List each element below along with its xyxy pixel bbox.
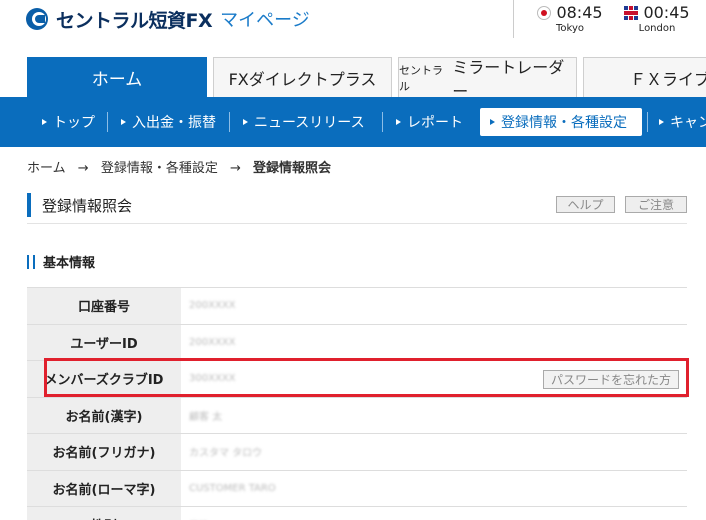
row-value-cell: 男性 — [181, 507, 687, 520]
breadcrumb: ホーム → 登録情報・各種設定 → 登録情報照会 — [27, 157, 339, 176]
brand-subtitle: マイページ — [220, 10, 310, 31]
brand-name: セントラル短資FX — [56, 9, 213, 32]
subnav-label: ニュースリリース — [254, 115, 365, 131]
table-row: 口座番号 200XXXX — [27, 288, 687, 325]
brand-mark-icon — [26, 8, 48, 30]
tab-fx-direct-plus[interactable]: FXダイレクトプラス — [213, 57, 392, 97]
basic-info-table: 口座番号 200XXXX ユーザーID 200XXXX メンバーズクラブID 3… — [27, 287, 687, 520]
triangle-right-icon — [659, 119, 664, 125]
subnav-label: キャン — [670, 115, 706, 131]
subnav-report[interactable]: レポート — [396, 108, 463, 136]
table-row: 性別 男性 — [27, 507, 687, 520]
row-value: 200XXXX — [189, 336, 236, 348]
breadcrumb-current: 登録情報照会 — [253, 161, 332, 176]
tab-home[interactable]: ホーム — [27, 57, 207, 97]
subnav-news-release[interactable]: ニュースリリース — [243, 108, 365, 136]
tab-fx-live[interactable]: ＦＸライブ — [583, 57, 706, 97]
section-bar-icon — [33, 254, 35, 269]
section-title: 基本情報 — [43, 256, 96, 271]
row-value: 顧客 太 — [189, 411, 223, 423]
clock-city: Tokyo — [556, 23, 584, 34]
brand-logo[interactable]: セントラル短資FX マイページ — [26, 6, 310, 32]
triangle-right-icon — [490, 119, 495, 125]
table-row: お名前(漢字) 顧客 太 — [27, 397, 687, 434]
help-button[interactable]: ヘルプ — [556, 196, 615, 213]
subnav-divider — [382, 112, 383, 132]
subnav-divider — [647, 112, 648, 132]
subnav-top[interactable]: トップ — [42, 108, 95, 136]
subnav-label: レポート — [407, 115, 463, 131]
clock-time: 08:45 — [556, 3, 603, 22]
section-bar-icon — [27, 254, 29, 269]
row-value-cell: 200XXXX — [181, 288, 687, 324]
row-value: 200XXXX — [189, 300, 236, 312]
breadcrumb-arrow: → — [229, 161, 241, 176]
row-label: 性別 — [27, 507, 181, 520]
row-label: 口座番号 — [27, 288, 181, 324]
tab-label: ＦＸライブ — [630, 69, 706, 89]
sub-navigation: トップ 入出金・振替 ニュースリリース レポート 登録情報・各種設定 キャン — [0, 97, 706, 147]
subnav-label: 登録情報・各種設定 — [501, 115, 627, 131]
page: セントラル短資FX マイページ 08:45 Tokyo 00:45 London… — [0, 0, 706, 520]
row-value: カスタマ タロウ — [189, 448, 263, 460]
japan-flag-icon — [537, 5, 552, 20]
subnav-divider — [229, 112, 230, 132]
subnav-label: トップ — [53, 115, 95, 131]
clock-time: 00:45 — [643, 3, 690, 22]
triangle-right-icon — [42, 119, 47, 125]
table-row: お名前(ローマ字) CUSTOMER TARO — [27, 470, 687, 507]
subnav-deposit-transfer[interactable]: 入出金・振替 — [121, 108, 216, 136]
uk-flag-icon — [624, 5, 639, 20]
row-value: CUSTOMER TARO — [189, 482, 276, 494]
header-divider — [513, 0, 514, 38]
triangle-right-icon — [396, 119, 401, 125]
table-row: お名前(フリガナ) カスタマ タロウ — [27, 434, 687, 471]
subnav-registration-settings[interactable]: 登録情報・各種設定 — [480, 108, 642, 136]
tab-label: ミラートレーダー — [452, 57, 565, 101]
subnav-divider — [107, 112, 108, 132]
row-value-cell: 200XXXX — [181, 325, 687, 361]
breadcrumb-arrow: → — [77, 161, 89, 176]
tab-label-prefix: セントラル — [399, 63, 443, 93]
row-value-cell: CUSTOMER TARO — [181, 471, 687, 507]
tab-label: ホーム — [91, 70, 143, 90]
row-label: お名前(ローマ字) — [27, 470, 181, 506]
row-value-cell: 顧客 太 — [181, 398, 687, 434]
row-label: お名前(漢字) — [27, 397, 181, 433]
row-label: ユーザーID — [27, 324, 181, 360]
title-divider — [27, 223, 687, 224]
breadcrumb-parent[interactable]: 登録情報・各種設定 — [101, 161, 218, 176]
tab-label: FXダイレクトプラス — [228, 69, 377, 89]
breadcrumb-home[interactable]: ホーム — [27, 161, 66, 176]
section-heading: 基本情報 — [27, 252, 95, 271]
row-label: お名前(フリガナ) — [27, 434, 181, 470]
row-value-cell: カスタマ タロウ — [181, 434, 687, 470]
page-title: 登録情報照会 — [27, 193, 132, 217]
tab-mirror-trader[interactable]: セントラル ミラートレーダー — [398, 57, 577, 101]
caution-button[interactable]: ご注意 — [625, 196, 687, 213]
clock-city: London — [638, 23, 676, 34]
triangle-right-icon — [243, 119, 248, 125]
clock-tokyo: 08:45 Tokyo — [525, 3, 615, 34]
table-row: ユーザーID 200XXXX — [27, 324, 687, 361]
highlight-box — [44, 358, 689, 397]
clock-london: 00:45 London — [612, 3, 702, 34]
triangle-right-icon — [121, 119, 126, 125]
subnav-label: 入出金・振替 — [132, 115, 216, 131]
subnav-cancel[interactable]: キャン — [659, 108, 706, 136]
